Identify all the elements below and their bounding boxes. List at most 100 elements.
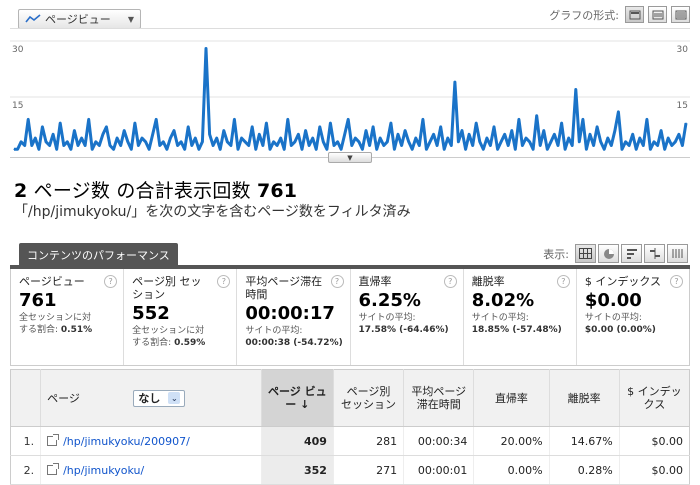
kpi-sub1: 全セッションに対 xyxy=(132,326,205,336)
kpi-sub2: 17.58% xyxy=(358,325,400,335)
data-point xyxy=(465,148,467,150)
column-header-dollar-index[interactable]: $ インデッ クス xyxy=(619,369,691,427)
data-point xyxy=(269,148,271,150)
kpi-exit-rate: ? 離脱率 8.02% サイトの平均: 18.85% (-57.48%) xyxy=(464,269,577,365)
data-point xyxy=(514,148,516,150)
data-point xyxy=(258,133,260,135)
data-point xyxy=(635,148,637,150)
graph-type-month-button[interactable] xyxy=(671,6,690,23)
external-link-icon[interactable] xyxy=(47,462,60,475)
data-point xyxy=(571,144,573,147)
row-index: 1. xyxy=(9,426,42,456)
chevron-down-icon: ⌄ xyxy=(168,392,181,404)
help-icon[interactable]: ? xyxy=(330,275,344,288)
graph-type-day-button[interactable] xyxy=(625,6,644,23)
data-point xyxy=(667,137,669,139)
view-bar-button[interactable] xyxy=(621,244,642,263)
external-link-icon[interactable] xyxy=(47,433,60,446)
kpi-sub2: する割合: xyxy=(19,325,61,335)
page-cell: /hp/jimukyoku/200907/ xyxy=(40,426,262,456)
dollar-index-cell: $0.00 xyxy=(619,455,691,485)
data-point xyxy=(130,148,132,150)
data-point xyxy=(31,144,33,147)
column-header-label: 離脱率 xyxy=(567,391,601,405)
data-point xyxy=(525,137,527,139)
data-point xyxy=(123,130,125,132)
data-point xyxy=(205,47,207,50)
help-icon[interactable]: ? xyxy=(670,275,684,288)
data-point xyxy=(84,144,86,147)
data-point xyxy=(436,144,438,147)
page-header: ページ なし ⌄ xyxy=(40,369,262,427)
kpi-sub2: する割合: xyxy=(132,338,175,348)
kpi-sub1: サイトの平均: xyxy=(471,313,529,323)
data-point xyxy=(52,133,54,135)
compare-icon xyxy=(649,248,660,259)
data-point xyxy=(479,141,481,143)
data-point xyxy=(425,148,427,150)
data-point xyxy=(575,88,577,91)
data-point xyxy=(248,144,250,147)
data-point xyxy=(418,144,420,147)
kpi-sub2-value: (-54.72%) xyxy=(293,338,343,348)
data-point xyxy=(543,130,545,132)
view-compare-button[interactable] xyxy=(644,244,665,263)
data-point xyxy=(116,137,118,139)
kpi-scorecard-row: ? ページビュー 761 全セッションに対 する割合: 0.51% ? ページ別… xyxy=(10,269,690,366)
view-pie-button[interactable] xyxy=(598,244,619,263)
data-point xyxy=(457,141,459,143)
data-point xyxy=(91,148,93,150)
graph-type-label: グラフの形式: xyxy=(549,8,619,22)
data-point xyxy=(497,148,499,150)
data-point xyxy=(152,133,154,135)
data-point xyxy=(98,144,100,147)
page-link[interactable]: /hp/jimukyoku/ xyxy=(63,464,144,477)
display-toolbar: 表示: xyxy=(543,244,688,263)
data-point xyxy=(297,133,299,135)
data-point xyxy=(493,126,495,128)
data-point xyxy=(113,148,115,150)
data-point xyxy=(674,141,676,143)
data-point xyxy=(209,133,211,135)
column-header-bounce-rate[interactable]: 直帰率 xyxy=(473,369,550,427)
view-pivot-button[interactable] xyxy=(667,244,688,263)
tab-content-performance[interactable]: コンテンツのパフォーマンス xyxy=(19,243,178,265)
data-point xyxy=(56,148,58,150)
column-header-pageviews[interactable]: ページ ビュー ↓ xyxy=(261,369,334,427)
data-point xyxy=(145,141,147,143)
column-header-avg-time[interactable]: 平均ページ 滞在時間 xyxy=(403,369,475,427)
kpi-sub2-value: (-57.48%) xyxy=(512,325,562,335)
data-point xyxy=(347,118,349,120)
data-point xyxy=(105,126,107,128)
graph-type-week-button[interactable] xyxy=(648,6,667,23)
data-point xyxy=(433,133,435,135)
column-header-sessions[interactable]: ページ別 セッション xyxy=(333,369,405,427)
data-point xyxy=(180,141,182,143)
help-icon[interactable]: ? xyxy=(556,275,570,288)
data-point xyxy=(390,122,392,124)
bounce-rate-cell: 20.00% xyxy=(473,426,550,456)
data-point xyxy=(546,148,548,150)
secondary-dimension-value: なし xyxy=(138,391,161,405)
bar-chart-icon xyxy=(626,249,637,259)
data-point xyxy=(642,144,644,147)
data-point xyxy=(333,144,335,147)
chart-resize-handle[interactable]: ▼ xyxy=(328,152,372,163)
data-point xyxy=(308,144,310,147)
secondary-dimension-select[interactable]: なし ⌄ xyxy=(133,389,186,407)
data-point xyxy=(159,144,161,147)
dollar-index-cell: $0.00 xyxy=(619,426,691,456)
data-point xyxy=(329,122,331,124)
content-table: ページ なし ⌄ ページ ビュー ↓ ページ別 セッション 平均ページ 滞在時間… xyxy=(9,369,691,485)
pageviews-cell: 409 xyxy=(261,426,334,456)
y-tick-label: 15 xyxy=(12,101,23,111)
data-point xyxy=(376,148,378,150)
help-icon[interactable]: ? xyxy=(443,275,457,288)
view-table-button[interactable] xyxy=(575,244,596,263)
metric-selector[interactable]: ページビュー ▼ xyxy=(18,9,141,29)
data-point xyxy=(354,137,356,139)
data-point xyxy=(603,148,605,150)
column-header-exit-rate[interactable]: 離脱率 xyxy=(549,369,620,427)
page-link[interactable]: /hp/jimukyoku/200907/ xyxy=(63,435,190,448)
data-point xyxy=(596,126,598,128)
